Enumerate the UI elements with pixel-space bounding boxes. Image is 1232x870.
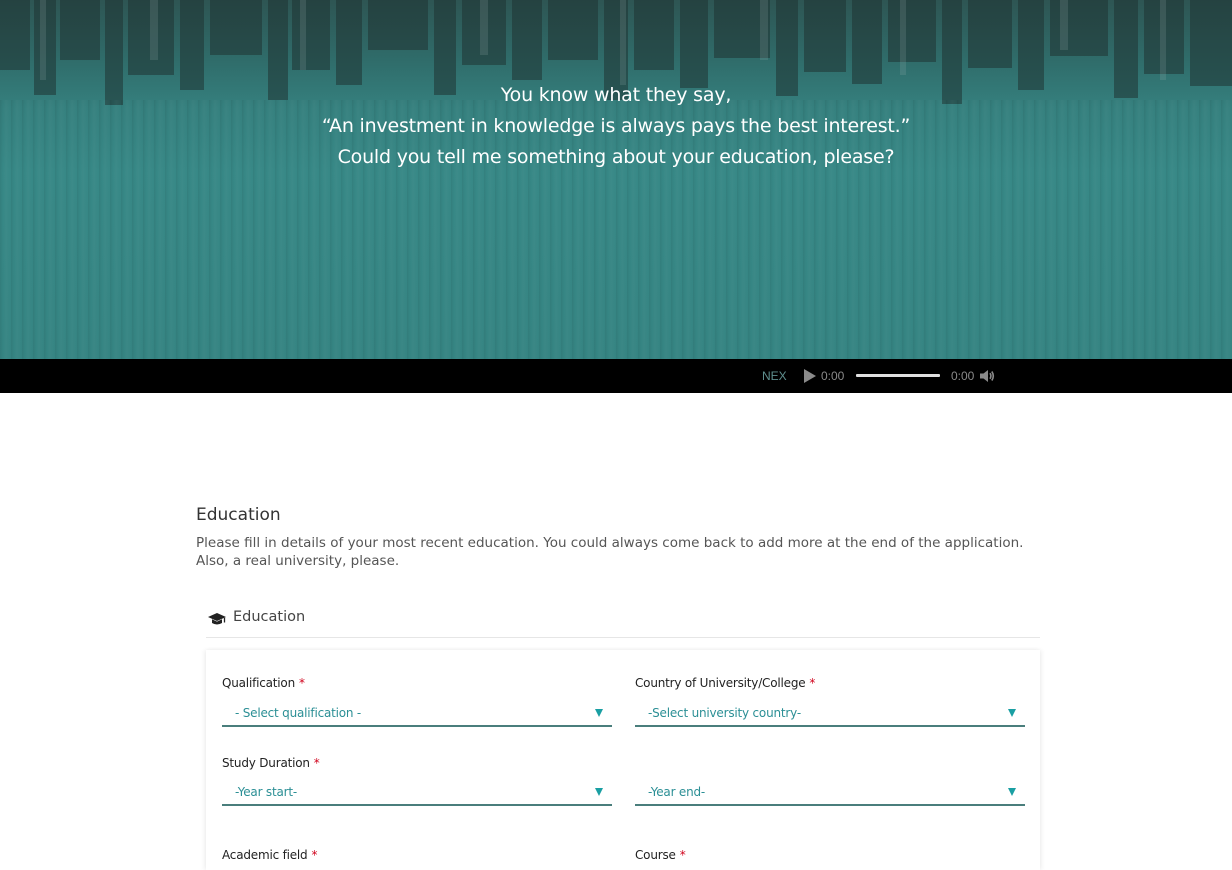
study-duration-label: Study Duration * xyxy=(222,756,320,770)
seek-slider[interactable] xyxy=(856,374,940,377)
volume-icon[interactable] xyxy=(978,367,996,385)
section-title: Education xyxy=(196,505,281,525)
current-time: 0:00 xyxy=(821,369,845,383)
hero-banner: You know what they say, “An investment i… xyxy=(0,0,1232,359)
section-description: Please fill in details of your most rece… xyxy=(196,535,1024,569)
play-icon[interactable] xyxy=(804,369,816,383)
country-select[interactable]: -Select university country- xyxy=(635,703,1025,727)
country-label: Country of University/College * xyxy=(635,676,816,690)
quote-line-2: “An investment in knowledge is always pa… xyxy=(321,115,911,137)
qualification-label: Qualification * xyxy=(222,676,305,690)
dropdown-arrow-icon xyxy=(595,709,603,717)
qualification-select[interactable]: - Select qualification - xyxy=(222,703,612,727)
duration-time: 0:00 xyxy=(951,369,975,383)
required-marker: * xyxy=(809,676,816,690)
education-form-card xyxy=(206,650,1040,870)
dropdown-arrow-icon xyxy=(1008,788,1016,796)
hero-quote: You know what they say, “An investment i… xyxy=(0,80,1232,173)
country-value: -Select university country- xyxy=(648,706,801,720)
graduation-cap-icon xyxy=(208,613,226,625)
audio-player-bar: NEX 0:00 0:00 xyxy=(0,359,1232,393)
year-start-select[interactable]: -Year start- xyxy=(222,782,612,806)
year-end-select[interactable]: -Year end- xyxy=(635,782,1025,806)
qualification-value: - Select qualification - xyxy=(235,706,362,720)
dropdown-arrow-icon xyxy=(1008,709,1016,717)
year-end-value: -Year end- xyxy=(648,785,706,799)
audio-player: NEX 0:00 0:00 xyxy=(760,359,1010,393)
education-card-title: Education xyxy=(233,609,306,625)
next-button[interactable]: NEX xyxy=(762,369,787,383)
dropdown-arrow-icon xyxy=(595,788,603,796)
required-marker: * xyxy=(298,676,305,690)
education-card-header: Education xyxy=(206,606,1040,638)
quote-line-3: Could you tell me something about your e… xyxy=(337,146,895,168)
quote-line-1: You know what they say, xyxy=(500,84,732,106)
required-marker: * xyxy=(313,756,320,770)
year-start-value: -Year start- xyxy=(235,785,298,799)
